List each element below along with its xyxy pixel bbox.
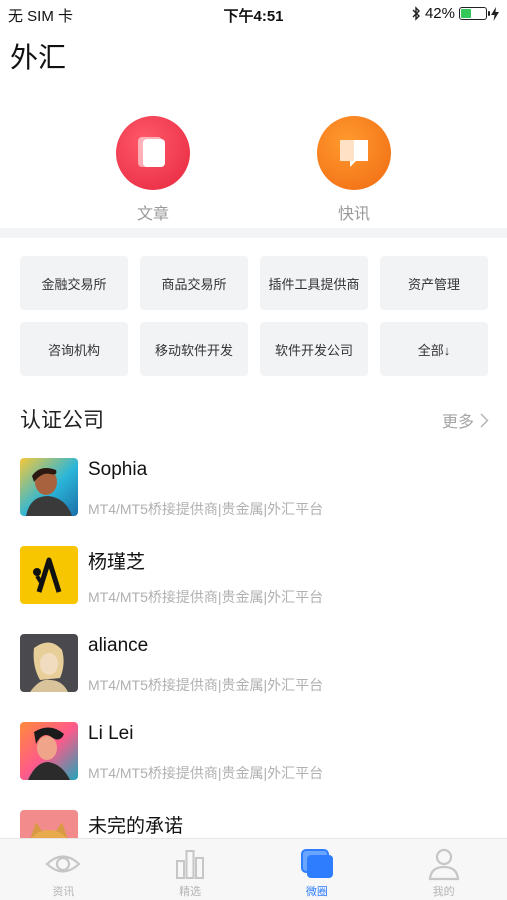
status-indicators: 42% <box>411 5 499 22</box>
more-label: 更多 <box>441 414 474 431</box>
company-tags: MT4/MT5桥接提供商|贵金属|外汇平台 <box>88 589 324 605</box>
avatar <box>20 546 78 604</box>
chat-window-icon <box>300 849 333 878</box>
company-list: Sophia MT4/MT5桥接提供商|贵金属|外汇平台 杨瑾芝 MT4/MT5… <box>0 452 507 892</box>
category-financial-exchange[interactable]: 金融交易所 <box>20 256 128 310</box>
article-entry[interactable]: 文章 <box>115 116 191 224</box>
flash-news-entry-label: 快讯 <box>337 206 370 223</box>
category-plugin-provider[interactable]: 插件工具提供商 <box>260 256 368 310</box>
battery-percent: 42% <box>424 5 455 22</box>
charging-icon <box>491 6 499 21</box>
page-title: 外汇 <box>10 42 67 73</box>
list-item[interactable]: aliance MT4/MT5桥接提供商|贵金属|外汇平台 <box>0 628 507 716</box>
category-asset-management[interactable]: 资产管理 <box>380 256 488 310</box>
avatar <box>20 722 78 780</box>
section-title: 认证公司 <box>20 409 104 432</box>
company-name: aliance <box>88 635 149 656</box>
tab-me[interactable]: 我的 <box>380 839 507 900</box>
chat-bubble-icon <box>317 116 391 190</box>
company-tags: MT4/MT5桥接提供商|贵金属|外汇平台 <box>88 765 324 781</box>
list-item[interactable]: Li Lei MT4/MT5桥接提供商|贵金属|外汇平台 <box>0 716 507 804</box>
list-item[interactable]: 杨瑾芝 MT4/MT5桥接提供商|贵金属|外汇平台 <box>0 540 507 628</box>
company-tags: MT4/MT5桥接提供商|贵金属|外汇平台 <box>88 677 324 693</box>
company-name: Sophia <box>88 459 148 480</box>
company-name: 杨瑾芝 <box>88 552 146 573</box>
section-divider <box>0 228 507 238</box>
bar-chart-icon <box>176 850 205 879</box>
category-software-company[interactable]: 软件开发公司 <box>260 322 368 376</box>
category-consulting[interactable]: 咨询机构 <box>20 322 128 376</box>
category-all[interactable]: 全部↓ <box>380 322 488 376</box>
certified-companies-header: 认证公司 更多 <box>20 404 489 434</box>
flash-news-entry[interactable]: 快讯 <box>316 116 392 224</box>
tab-featured-label: 精选 <box>179 886 202 898</box>
category-commodity-exchange[interactable]: 商品交易所 <box>140 256 248 310</box>
bluetooth-icon <box>412 6 420 21</box>
list-item[interactable]: Sophia MT4/MT5桥接提供商|贵金属|外汇平台 <box>0 452 507 540</box>
tab-circle[interactable]: 微圈 <box>254 839 381 900</box>
category-grid: 金融交易所 商品交易所 插件工具提供商 资产管理 咨询机构 移动软件开发 软件开… <box>20 256 490 376</box>
battery-icon <box>459 7 490 20</box>
avatar <box>20 634 78 692</box>
company-name: 未完的承诺 <box>88 816 184 837</box>
chevron-right-icon <box>480 412 489 428</box>
article-entry-label: 文章 <box>136 206 169 223</box>
bottom-tab-bar: 资讯 精选 微圈 我的 <box>0 838 507 900</box>
category-mobile-dev[interactable]: 移动软件开发 <box>140 322 248 376</box>
company-name: Li Lei <box>88 723 134 744</box>
company-tags: MT4/MT5桥接提供商|贵金属|外汇平台 <box>88 501 324 517</box>
avatar <box>20 458 78 516</box>
tab-me-label: 我的 <box>432 886 455 898</box>
status-bar: 无 SIM 卡 下午4:51 42% <box>0 0 507 28</box>
document-icon <box>116 116 190 190</box>
tab-news-label: 资讯 <box>52 886 75 898</box>
tab-featured[interactable]: 精选 <box>127 839 254 900</box>
tab-news[interactable]: 资讯 <box>0 839 127 900</box>
more-link[interactable]: 更多 <box>442 408 489 432</box>
tab-circle-label: 微圈 <box>305 886 328 898</box>
user-icon <box>428 848 459 881</box>
eye-icon <box>45 855 81 873</box>
